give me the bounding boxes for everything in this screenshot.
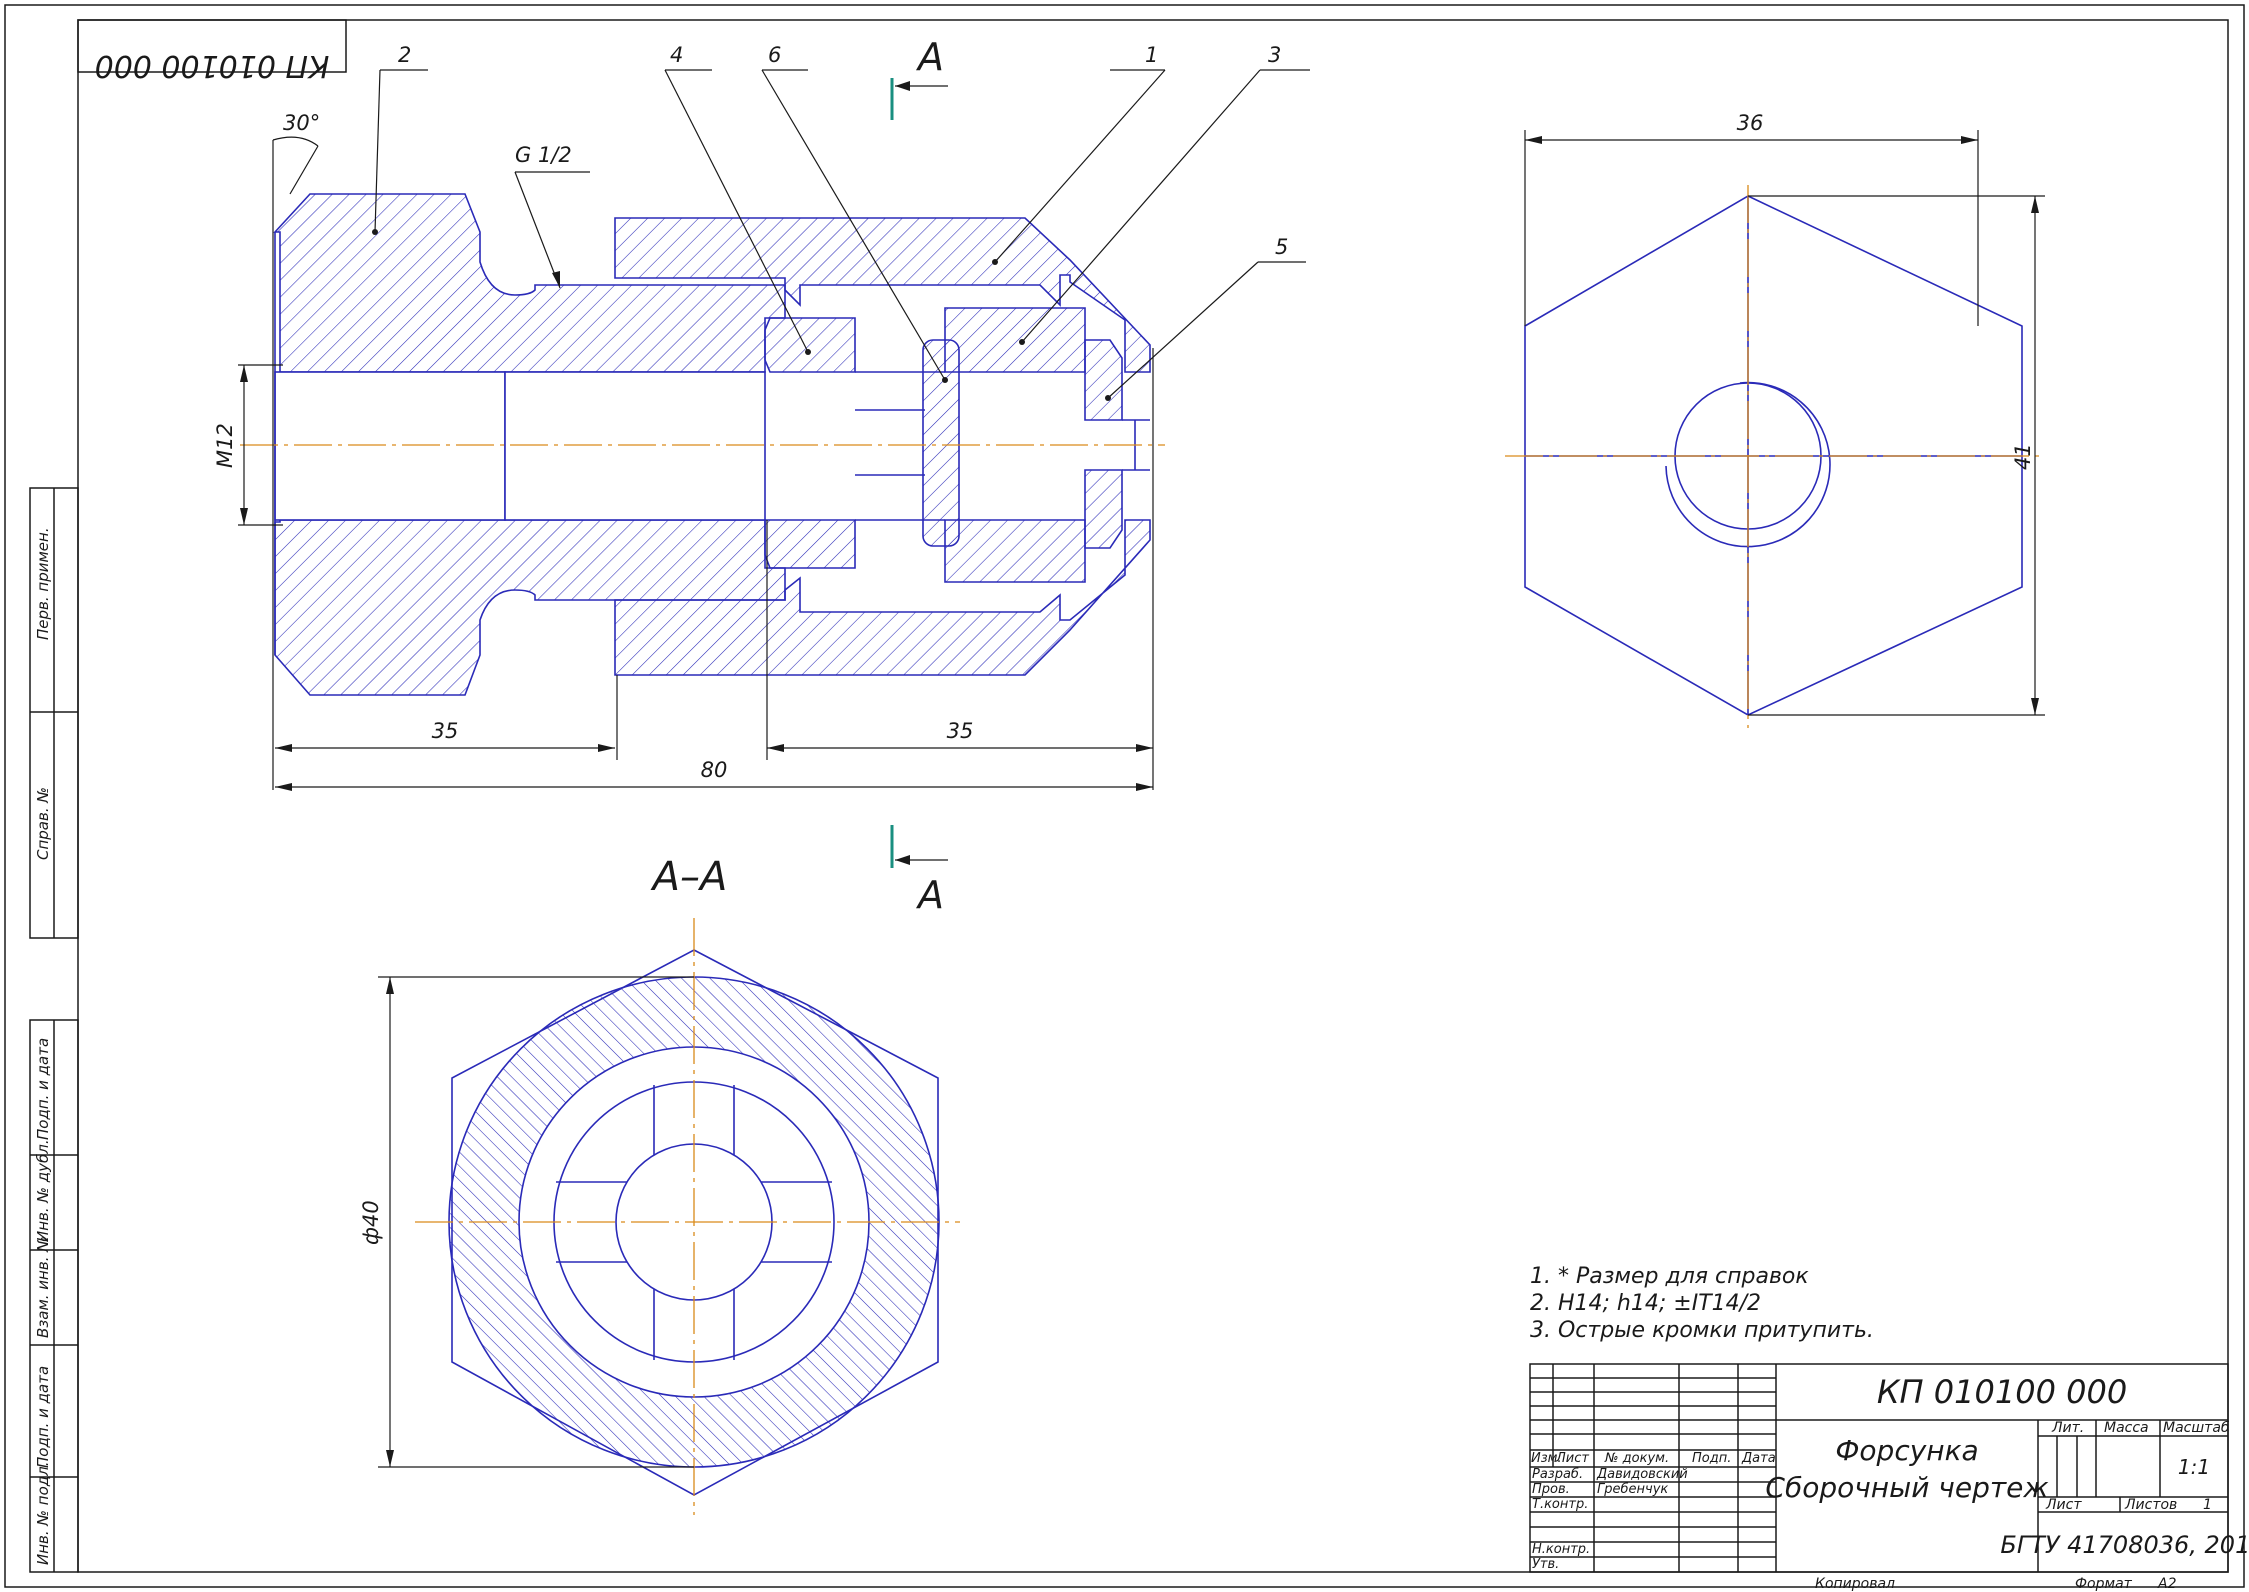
dim-m12: M12: [213, 423, 237, 468]
strip-podp-data-1: Подп. и дата: [34, 1038, 52, 1140]
tb-sheets-label: Листов: [2124, 1497, 2177, 1513]
hex-end-view: 36 41: [1505, 111, 2045, 728]
callout-2: 2: [398, 43, 411, 67]
callout-4: 4: [670, 43, 683, 67]
section-a-a-view: A–A ф40: [359, 854, 960, 1515]
strip-inv-podl: Инв. № подл.: [34, 1462, 52, 1565]
strip-podp-data-2: Подп. и дата: [34, 1366, 52, 1468]
left-side-strip: Перв. примен. Справ. № Подп. и дата Инв.…: [29, 487, 79, 1573]
dim-35-right: 35: [947, 719, 974, 743]
tb-col-podp: Подп.: [1692, 1451, 1731, 1466]
tb-col-data: Дата: [1741, 1451, 1776, 1466]
tb-name-2: Сборочный чертеж: [1765, 1471, 2048, 1504]
tb-prov-name: Гребенчук: [1597, 1482, 1668, 1497]
callout-6: 6: [768, 43, 781, 67]
callout-3: 3: [1268, 43, 1281, 67]
dim-thread-g12: G 1/2: [515, 143, 572, 167]
tb-razrab: Разраб.: [1532, 1467, 1583, 1482]
tb-name-1: Форсунка: [1835, 1434, 1978, 1467]
part-5-insert: [1084, 339, 1123, 421]
note-1: 1. * Размер для справок: [1530, 1264, 1809, 1289]
tb-col-list: Лист: [1555, 1451, 1589, 1466]
tb-lit: Лит.: [2051, 1420, 2084, 1436]
tb-masshtab: Масштаб: [2163, 1420, 2230, 1436]
tb-kopiroval: Копировал: [1815, 1576, 1895, 1592]
tb-tkontr: Т.контр.: [1532, 1497, 1588, 1512]
callout-1: 1: [1145, 43, 1158, 67]
strip-inv-dubl: Инв. № дубл.: [34, 1139, 52, 1242]
tb-scale-value: 1:1: [2178, 1455, 2210, 1479]
part-4-ring-lower: [764, 519, 856, 569]
dim-41: 41: [2011, 443, 2035, 470]
dim-80: 80: [701, 758, 728, 782]
strip-vzam-inv: Взам. инв. №: [34, 1236, 52, 1338]
note-2: 2. H14; h14; ±IT14/2: [1530, 1291, 1761, 1316]
tb-massa: Масса: [2104, 1420, 2149, 1436]
tb-prov: Пров.: [1532, 1482, 1570, 1497]
part-3-sleeve-lower: [944, 519, 1086, 583]
section-mark-bottom: A: [915, 873, 944, 917]
section-mark-top: A: [915, 35, 944, 79]
tb-utv: Утв.: [1532, 1557, 1559, 1572]
strip-perv-primen: Перв. примен.: [34, 527, 52, 640]
dim-35-left: 35: [432, 719, 459, 743]
tb-format: Формат: [2075, 1576, 2133, 1592]
callout-5: 5: [1275, 235, 1288, 259]
note-3: 3. Острые кромки притупить.: [1530, 1318, 1874, 1343]
tb-sheet-label: Лист: [2045, 1497, 2082, 1513]
tb-nkontr: Н.контр.: [1532, 1542, 1590, 1557]
part-4-ring: [764, 317, 856, 373]
dim-36: 36: [1737, 111, 1764, 135]
tb-org: БГТУ 41708036, 2016: [2000, 1531, 2249, 1559]
dim-d40: ф40: [359, 1200, 383, 1245]
tb-format-value: A2: [2157, 1576, 2177, 1592]
section-title: A–A: [650, 854, 728, 900]
tb-col-doc: № докум.: [1604, 1451, 1669, 1466]
assembly-drawing-sheet: КП 010100 000 Перв. примен. Справ. № Под…: [4, 4, 2249, 1592]
tb-designation: КП 010100 000: [1877, 1373, 2127, 1411]
main-section-view: 35 35 80 M12 30° G 1/2 2 4 6 1 3 5 A A: [213, 35, 1310, 917]
strip-sprav-no: Справ. №: [34, 787, 52, 860]
tb-razrab-name: Давидовский: [1596, 1467, 1688, 1482]
svg-text:КП 010100 000: КП 010100 000: [95, 48, 330, 83]
tb-sheets-value: 1: [2203, 1497, 2212, 1513]
mirrored-stamp: КП 010100 000: [77, 19, 347, 83]
title-block: Изм. Лист № докум. Подп. Дата Разраб. Да…: [1529, 1363, 2249, 1592]
technical-notes: 1. * Размер для справок 2. H14; h14; ±IT…: [1530, 1264, 1874, 1343]
dim-angle-30: 30°: [283, 111, 320, 135]
part-5-insert-lower: [1084, 469, 1123, 549]
part-3-sleeve: [944, 307, 1086, 373]
